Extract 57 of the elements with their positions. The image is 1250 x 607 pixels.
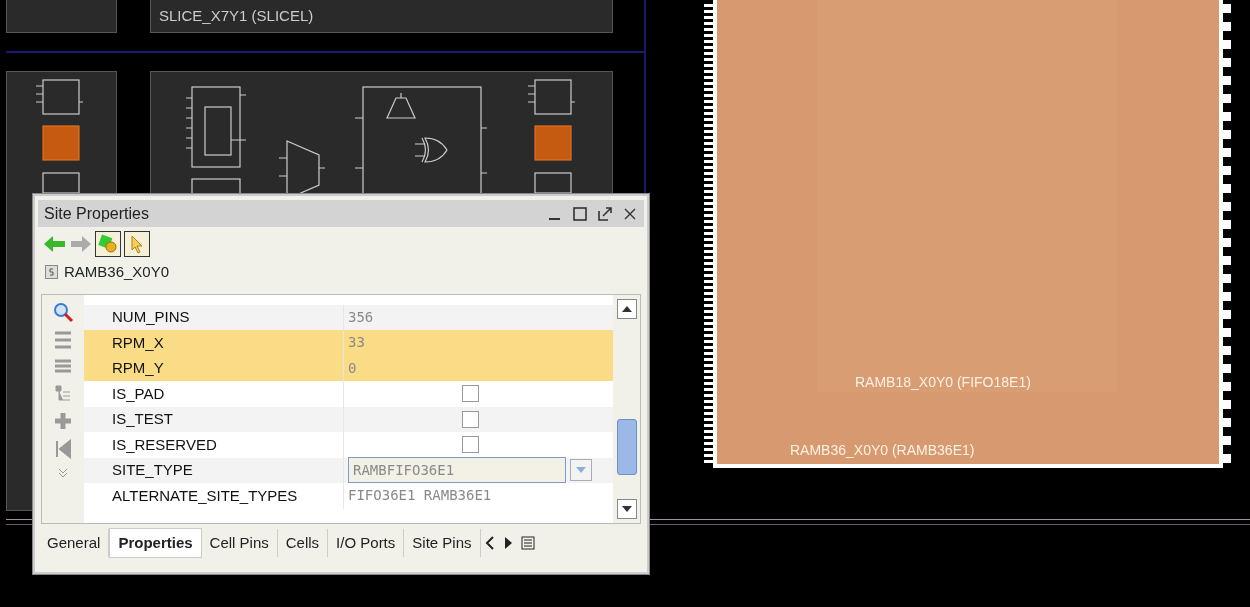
site-name: RAMB36_X0Y0 xyxy=(64,262,170,282)
pointer-icon xyxy=(129,234,145,254)
back-arrow-icon[interactable] xyxy=(43,235,67,253)
float-icon[interactable] xyxy=(597,205,613,222)
plus-icon[interactable] xyxy=(53,410,73,431)
property-name: RPM_Y xyxy=(112,358,164,378)
ram-label: RAMB36_X0Y0 (RAMB36E1) xyxy=(790,441,975,460)
property-row[interactable]: RPM_Y 0 xyxy=(84,355,613,381)
property-name: ALTERNATE_SITE_TYPES xyxy=(112,485,298,506)
slice-label: SLICE_X7Y1 (SLICEL) xyxy=(150,0,613,33)
pointer-button[interactable] xyxy=(124,231,150,257)
property-row[interactable]: RPM_X 33 xyxy=(84,330,613,356)
down-arrow-icon xyxy=(621,505,632,512)
property-row[interactable]: SITE_TYPE RAMBFIFO36E1 xyxy=(84,457,613,483)
up-arrow-icon xyxy=(621,305,632,312)
search-icon[interactable] xyxy=(52,300,74,323)
tab[interactable]: I/O Ports xyxy=(328,528,405,557)
scrollbar-thumb[interactable] xyxy=(616,418,637,475)
property-value: 33 xyxy=(348,333,365,353)
tree-icon[interactable] xyxy=(53,382,73,403)
property-row[interactable]: ALTERNATE_SITE_TYPES FIFO36E1 RAMB36E1 xyxy=(84,483,613,509)
property-row[interactable]: IS_TEST xyxy=(84,406,613,432)
scroll-left-icon[interactable] xyxy=(484,535,495,550)
property-value: 0 xyxy=(348,358,357,378)
property-row[interactable]: NUM_PINS 356 xyxy=(84,304,613,330)
forward-arrow-icon[interactable] xyxy=(70,235,92,253)
tab[interactable]: Site Pins xyxy=(404,528,481,557)
window-title: Site Properties xyxy=(44,203,150,224)
first-icon[interactable] xyxy=(54,438,72,459)
tab[interactable]: Cells xyxy=(277,528,329,557)
property-name: SITE_TYPE xyxy=(112,460,193,480)
dropdown-button[interactable] xyxy=(570,459,592,482)
scroll-down-button[interactable] xyxy=(616,498,637,519)
caret-icon xyxy=(576,467,586,474)
checkbox[interactable] xyxy=(462,436,479,454)
collapse-all-icon[interactable] xyxy=(53,330,73,349)
property-name: IS_PAD xyxy=(112,383,165,404)
property-value: 356 xyxy=(348,307,374,327)
property-name: IS_RESERVED xyxy=(112,434,217,455)
settings-button[interactable] xyxy=(95,231,121,257)
property-row[interactable]: IS_PAD xyxy=(84,381,613,407)
maximize-icon[interactable] xyxy=(572,205,588,222)
more-icon[interactable] xyxy=(57,466,69,479)
property-name: RPM_X xyxy=(112,332,164,353)
scroll-up-button[interactable] xyxy=(616,298,637,319)
property-value: FIFO36E1 RAMB36E1 xyxy=(348,486,492,506)
checkbox[interactable] xyxy=(462,410,479,428)
checkbox[interactable] xyxy=(462,385,479,403)
property-name: IS_TEST xyxy=(112,409,173,429)
site-icon xyxy=(45,265,58,280)
menu-icon[interactable] xyxy=(520,535,535,550)
property-name: NUM_PINS xyxy=(112,307,190,327)
ram-sub-label: RAMB18_X0Y0 (FIFO18E1) xyxy=(855,373,1031,392)
tab[interactable]: Properties xyxy=(109,527,202,558)
tab[interactable]: Cell Pins xyxy=(201,528,278,557)
gear-icon xyxy=(98,234,118,254)
scroll-right-icon[interactable] xyxy=(502,535,513,550)
